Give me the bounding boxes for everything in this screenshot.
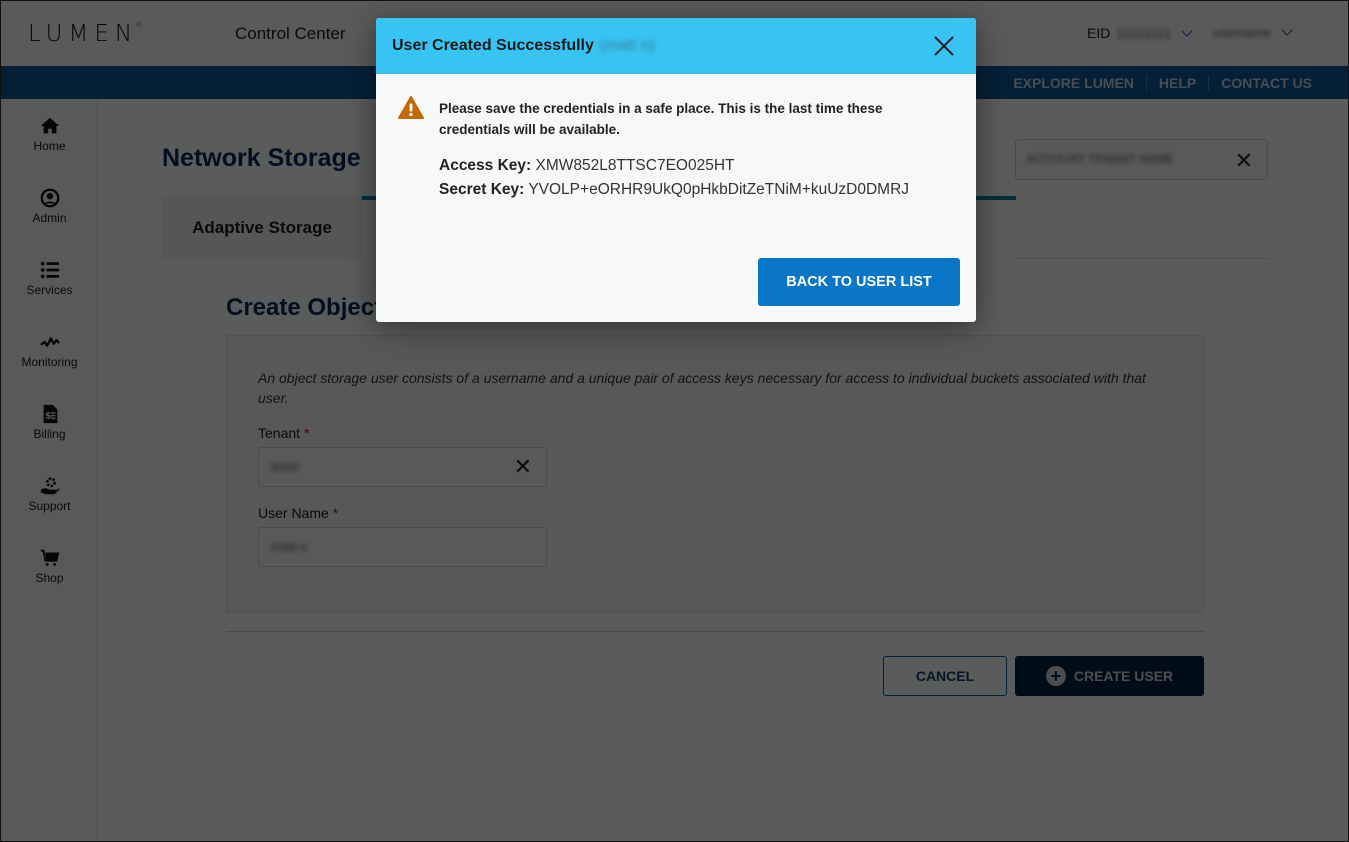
dialog-header: User Created Successfully (matt o) (376, 18, 976, 74)
warning-message: Please save the credentials in a safe pl… (439, 101, 883, 137)
access-key-value: XMW852L8TTSC7EO025HT (535, 157, 735, 174)
dialog-title-user: (matt o) (599, 37, 655, 54)
secret-key-label: Secret Key: (439, 181, 525, 198)
app-window: LUMEN® Control Center EID 11111111 usern… (0, 0, 1349, 842)
user-created-dialog: User Created Successfully (matt o) Please… (376, 18, 976, 322)
secret-key-row: Secret Key: YVOLP+eORHR9UkQ0pHkbDitZeTNi… (439, 181, 909, 199)
warning-icon (398, 96, 424, 119)
back-to-user-list-button[interactable]: BACK TO USER LIST (758, 258, 960, 306)
access-key-label: Access Key: (439, 157, 532, 174)
dialog-title-text: User Created Successfully (392, 37, 594, 54)
access-key-row: Access Key: XMW852L8TTSC7EO025HT (439, 157, 735, 175)
dialog-title: User Created Successfully (matt o) (392, 37, 655, 55)
close-icon[interactable] (932, 34, 956, 58)
secret-key-value: YVOLP+eORHR9UkQ0pHkbDitZeTNiM+kuUzD0DMRJ (528, 181, 910, 198)
